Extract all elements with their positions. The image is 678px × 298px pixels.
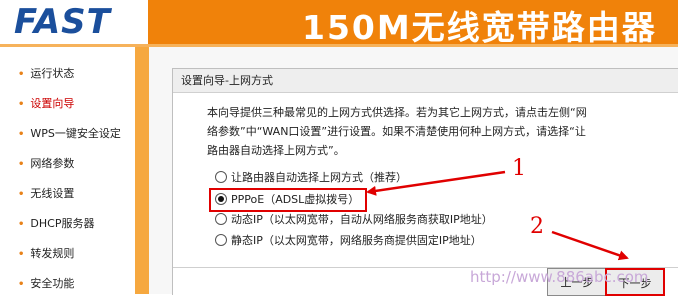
arrow-to-next	[551, 230, 629, 261]
arrow-to-pppoe	[366, 170, 506, 196]
watermark: http://www.886abc.com	[470, 268, 649, 286]
annotation-arrows	[366, 170, 629, 261]
annotation-number-1: 1	[512, 156, 526, 181]
annotation-number-2: 2	[530, 214, 544, 239]
